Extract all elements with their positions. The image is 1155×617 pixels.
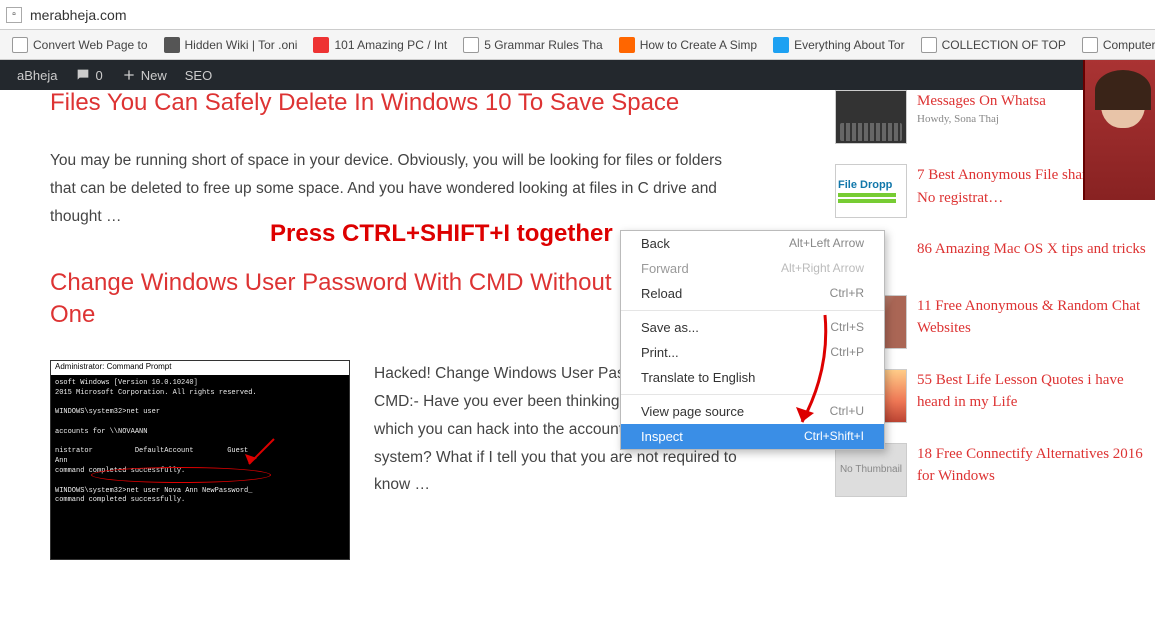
bookmark-favicon [921,37,937,53]
bookmark-label: COLLECTION OF TOP [942,38,1066,52]
plus-icon [121,67,137,83]
ctx-save-as-[interactable]: Save as... Ctrl+S [621,315,884,340]
ctx-forward: Forward Alt+Right Arrow [621,256,884,281]
ctx-shortcut: Ctrl+R [830,286,864,301]
bookmark-label: Convert Web Page to [33,38,148,52]
url-text: merabheja.com [30,7,1149,23]
bookmark-item[interactable]: 101 Amazing PC / Int [305,30,455,59]
ctx-shortcut: Alt+Right Arrow [781,261,864,276]
sidebar-link[interactable]: 55 Best Life Lesson Quotes i have heard … [917,372,1124,411]
sidebar-link[interactable]: 18 Free Connectify Alternatives 2016 for… [917,446,1143,485]
context-menu: Back Alt+Left Arrow Forward Alt+Right Arrow… [620,230,885,450]
ctx-label: Reload [641,286,682,301]
ctx-separator [621,310,884,311]
annotation-text: Press CTRL+SHIFT+I together [270,220,613,248]
ctx-view-page-source[interactable]: View page source Ctrl+U [621,399,884,424]
sidebar-link[interactable]: Messages On Whatsa [917,93,1046,109]
article-1-title[interactable]: Files You Can Safely Delete In Windows 1… [50,89,679,116]
page-body: Files You Can Safely Delete In Windows 1… [0,90,1155,617]
sidebar-thumb: File Dropp [835,164,907,218]
bookmark-favicon [619,37,635,53]
bookmark-favicon [12,37,28,53]
bookmark-item[interactable]: How to Create A Simp [611,30,765,59]
user-avatar [1083,60,1155,200]
ctx-shortcut: Ctrl+U [830,404,864,419]
ctx-print-[interactable]: Print... Ctrl+P [621,340,884,365]
wp-new[interactable]: New [112,60,176,90]
bookmark-favicon [773,37,789,53]
bookmark-label: 101 Amazing PC / Int [334,38,447,52]
ctx-reload[interactable]: Reload Ctrl+R [621,281,884,306]
bookmark-item[interactable]: Convert Web Page to [4,30,156,59]
page-icon: ▫ [6,7,22,23]
cmd-screenshot: Administrator: Command Prompt osoft Wind… [50,360,350,560]
bookmark-favicon [463,37,479,53]
ctx-back[interactable]: Back Alt+Left Arrow [621,231,884,256]
ctx-separator [621,394,884,395]
comment-icon [75,67,91,83]
bookmark-label: 5 Grammar Rules Tha [484,38,602,52]
ctx-label: Translate to English [641,370,755,385]
sidebar-item: No Thumbnail 18 Free Connectify Alternati… [835,443,1150,497]
bookmark-favicon [313,37,329,53]
ctx-label: View page source [641,404,744,419]
ctx-shortcut: Ctrl+P [830,345,864,360]
wp-admin-bar: aBheja 0 New SEO [0,60,1155,90]
ctx-label: Back [641,236,670,251]
wp-site-name[interactable]: aBheja [8,60,66,90]
sidebar-link[interactable]: 11 Free Anonymous & Random Chat Websites [917,298,1140,337]
sidebar-link[interactable]: 86 Amazing Mac OS X tips and tricks [917,241,1146,257]
ctx-inspect[interactable]: Inspect Ctrl+Shift+I [621,424,884,449]
wp-seo[interactable]: SEO [176,60,221,90]
cmd-output: osoft Windows [Version 10.0.10240] 2015 … [51,375,349,510]
bookmark-item[interactable]: Everything About Tor [765,30,913,59]
bookmark-item[interactable]: Computer Tricks - Sn [1074,30,1155,59]
ctx-label: Inspect [641,429,683,444]
bookmark-label: Computer Tricks - Sn [1103,38,1155,52]
ctx-shortcut: Ctrl+S [830,320,864,335]
ctx-label: Print... [641,345,679,360]
wp-comments[interactable]: 0 [66,60,111,90]
sidebar-thumb [835,90,907,144]
bookmark-favicon [164,37,180,53]
sidebar-thumb: No Thumbnail [835,443,907,497]
cmd-titlebar: Administrator: Command Prompt [51,361,349,375]
ctx-label: Forward [641,261,689,276]
bookmarks-bar: Convert Web Page to Hidden Wiki | Tor .on… [0,30,1155,60]
bookmark-item[interactable]: COLLECTION OF TOP [913,30,1074,59]
bookmark-label: How to Create A Simp [640,38,757,52]
bookmark-item[interactable]: Hidden Wiki | Tor .oni [156,30,306,59]
sidebar-subtext: Howdy, Sona Thaj [917,113,1046,125]
article-1-text: You may be running short of space in you… [50,147,750,231]
address-bar[interactable]: ▫ merabheja.com [0,0,1155,30]
ctx-shortcut: Alt+Left Arrow [789,236,864,251]
bookmark-label: Everything About Tor [794,38,905,52]
bookmark-favicon [1082,37,1098,53]
annotation-arrow-cmd [239,434,279,479]
bookmark-label: Hidden Wiki | Tor .oni [185,38,298,52]
ctx-label: Save as... [641,320,699,335]
bookmark-item[interactable]: 5 Grammar Rules Tha [455,30,610,59]
ctx-translate-to-english[interactable]: Translate to English [621,365,884,390]
ctx-shortcut: Ctrl+Shift+I [804,429,864,444]
